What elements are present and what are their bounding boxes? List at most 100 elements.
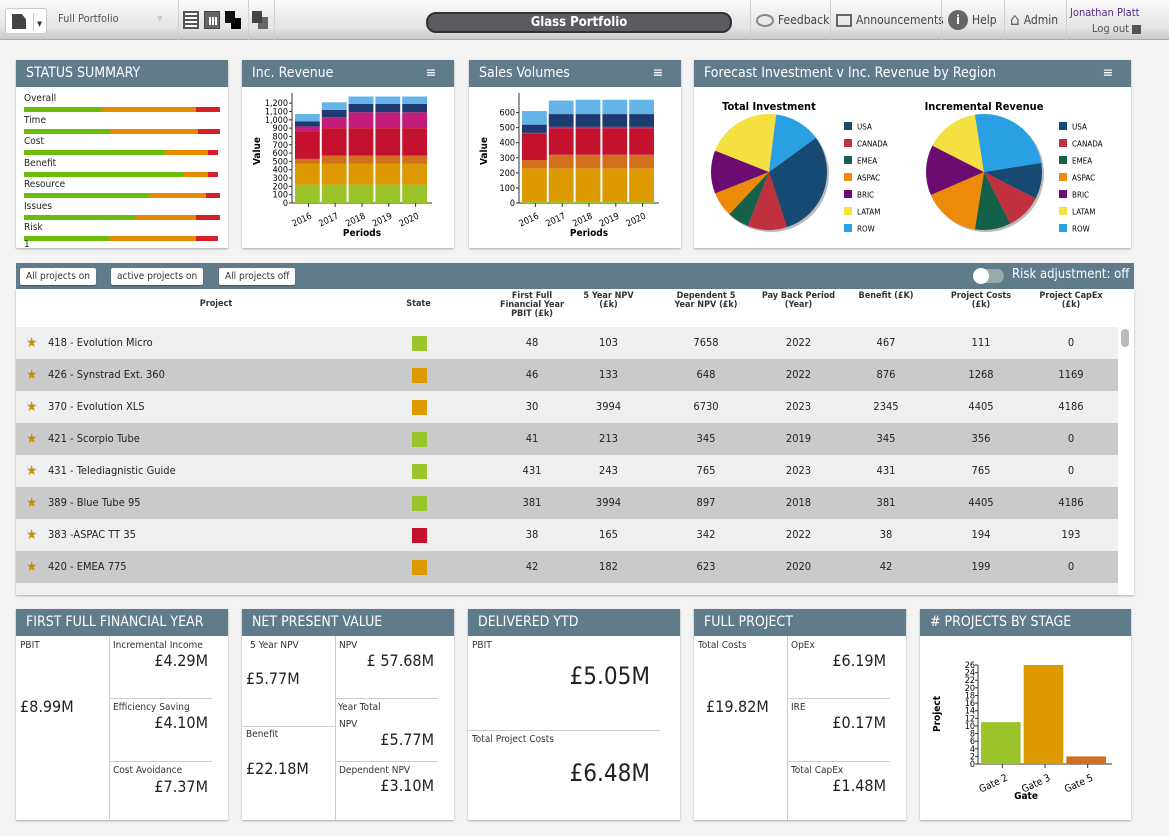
bar-segment — [548, 114, 574, 127]
star-icon[interactable]: ★ — [26, 487, 37, 519]
cell-pbit: 41 — [525, 432, 539, 445]
legend-label: EMEA — [1072, 157, 1092, 166]
table-row[interactable] — [16, 583, 1118, 595]
table-row[interactable]: ★ 420 - EMEA 775 42 182 623 2020 42 199 0 — [16, 551, 1118, 583]
list-view-icon[interactable] — [183, 11, 199, 29]
column-header[interactable]: Dependent 5 Year NPV (£k) — [666, 292, 746, 310]
table-row[interactable]: ★ 431 - Telediagnistic Guide 431 243 765 2023… — [16, 455, 1118, 487]
benefit-value: £22.18M — [246, 759, 309, 778]
logout-link[interactable]: Log out — [1092, 22, 1142, 35]
admin-label: Admin — [1023, 13, 1059, 27]
table-row[interactable]: ★ 389 - Blue Tube 95 381 3994 897 2018 381 4405… — [16, 487, 1118, 519]
inc-revenue-panel: Inc. Revenue ≡ 0 100 200 300 400 500 600 700 800 9… — [242, 60, 454, 248]
project-name[interactable]: 418 - Evolution Micro — [48, 327, 153, 359]
active-projects-on-button[interactable]: active projects on — [111, 268, 204, 285]
admin-link[interactable]: ⌂ Admin — [1006, 0, 1062, 40]
all-projects-off-button[interactable]: All projects off — [219, 268, 296, 285]
bar-segment — [602, 128, 628, 155]
combined-view-icon[interactable] — [225, 11, 241, 29]
status-bar — [24, 150, 220, 155]
cell-npv5: 3994 — [595, 400, 622, 413]
projects-by-stage-chart: 02468101214161820222426Gate 2 Gate 3 Gate … — [932, 661, 1112, 802]
column-header[interactable]: 5 Year NPV (£k) — [581, 292, 636, 310]
star-icon[interactable]: ★ — [26, 391, 37, 423]
table-row[interactable]: ★ 383 -ASPAC TT 35 38 165 342 2022 38 194 193 — [16, 519, 1118, 551]
total-project-costs-label: Total Project Costs — [472, 734, 554, 745]
document-type-dropdown[interactable]: ▼ — [5, 8, 47, 34]
portfolio-select[interactable]: Full Portfolio — [58, 12, 119, 25]
star-icon[interactable]: ★ — [26, 455, 37, 487]
feedback-link[interactable]: Feedback — [752, 0, 833, 40]
project-name[interactable]: 431 - Telediagnistic Guide — [48, 455, 176, 487]
menu-icon[interactable]: ≡ — [652, 60, 663, 87]
column-header[interactable]: Project — [126, 300, 306, 309]
pie-title: Total Investment — [722, 100, 816, 113]
announcements-label: Announcements — [856, 13, 944, 27]
y-axis-label: Value — [479, 137, 490, 165]
legend-swatch — [1059, 224, 1067, 232]
cell-npv5: 182 — [599, 560, 618, 573]
project-name[interactable]: 426 - Synstrad Ext. 360 — [48, 359, 165, 391]
divider — [335, 698, 438, 699]
project-name[interactable]: 421 - Scorpio Tube — [48, 423, 140, 455]
cell-costs: 4405 — [968, 400, 994, 413]
cell-payback: 2023 — [785, 464, 812, 477]
dependent-npv-label: Dependent NPV — [339, 765, 411, 776]
all-projects-on-button[interactable]: All projects on — [20, 268, 96, 285]
column-header[interactable]: Project Costs (£k) — [941, 292, 1021, 310]
divider — [248, 0, 249, 40]
cell-benefit: 2345 — [873, 400, 899, 413]
legend-swatch — [1059, 122, 1067, 130]
announcements-link[interactable]: Announcements — [832, 0, 948, 40]
status-segment-green — [24, 171, 183, 177]
total-project-costs-value: £6.48M — [569, 759, 650, 787]
cell-capex: 193 — [1061, 528, 1081, 541]
home-icon: ⌂ — [1010, 10, 1020, 30]
column-header[interactable]: Benefit (£K) — [846, 292, 926, 301]
column-header[interactable]: State — [396, 300, 441, 309]
user-name[interactable]: Jonathan Platt — [1070, 6, 1139, 19]
cell-benefit: 467 — [876, 336, 896, 349]
column-header[interactable]: Project CapEx (£k) — [1031, 292, 1111, 310]
chevron-down-icon[interactable]: ▼ — [157, 14, 163, 23]
star-icon[interactable]: ★ — [26, 423, 37, 455]
column-header[interactable]: First Full Financial Year PBIT (£k) — [496, 292, 568, 319]
menu-icon[interactable]: ≡ — [425, 60, 436, 87]
project-name[interactable]: 420 - EMEA 775 — [48, 551, 127, 583]
bar-segment — [575, 99, 601, 115]
year-total-label: Year Total — [338, 702, 381, 713]
table-row[interactable]: ★ 418 - Evolution Micro 48 103 7658 2022 467 11… — [16, 327, 1118, 359]
legend-label: BRIC — [1072, 191, 1089, 200]
star-icon[interactable]: ★ — [26, 551, 37, 583]
scrollbar[interactable] — [1121, 329, 1129, 347]
project-name[interactable]: 383 -ASPAC TT 35 — [48, 519, 136, 551]
project-name[interactable]: 370 - Evolution XLS — [48, 391, 145, 423]
y-tick-label: 0 — [510, 199, 515, 209]
risk-adjustment-toggle[interactable] — [973, 268, 1004, 284]
chart-view-icon[interactable] — [204, 11, 220, 29]
project-name[interactable]: 389 - Blue Tube 95 — [48, 487, 141, 519]
cell-capex: 0 — [1067, 464, 1075, 477]
star-icon[interactable]: ★ — [26, 327, 37, 359]
column-header[interactable]: Pay Back Period (Year) — [761, 292, 836, 310]
star-icon[interactable]: ★ — [26, 359, 37, 391]
help-link[interactable]: i Help — [944, 0, 1001, 40]
menu-icon[interactable]: ≡ — [1102, 60, 1113, 87]
bar-segment — [402, 155, 427, 164]
cell-payback: 2022 — [785, 336, 812, 349]
total-capex-value: £1.48M — [832, 776, 886, 795]
bar-segment — [602, 168, 628, 202]
table-row[interactable]: ★ 421 - Scorpio Tube 41 213 345 2019 345 356 0 — [16, 423, 1118, 455]
report-view-icon[interactable] — [252, 11, 268, 29]
full-project-panel: FULL PROJECT Total Costs £19.82M OpEx £6… — [694, 609, 906, 820]
status-bar — [24, 107, 220, 112]
cell-npv5: 165 — [599, 528, 618, 541]
star-icon[interactable]: ★ — [26, 519, 37, 551]
cost-avoidance-value: £7.37M — [154, 777, 208, 796]
table-row[interactable]: ★ 370 - Evolution XLS 30 3994 6730 2023 2345 44… — [16, 391, 1118, 423]
cell-costs: 765 — [971, 464, 991, 477]
bar-segment — [375, 103, 401, 113]
table-row[interactable]: ★ 426 - Synstrad Ext. 360 46 133 648 2022 876 1… — [16, 359, 1118, 391]
divider — [335, 636, 336, 820]
ire-value: £0.17M — [832, 713, 886, 732]
